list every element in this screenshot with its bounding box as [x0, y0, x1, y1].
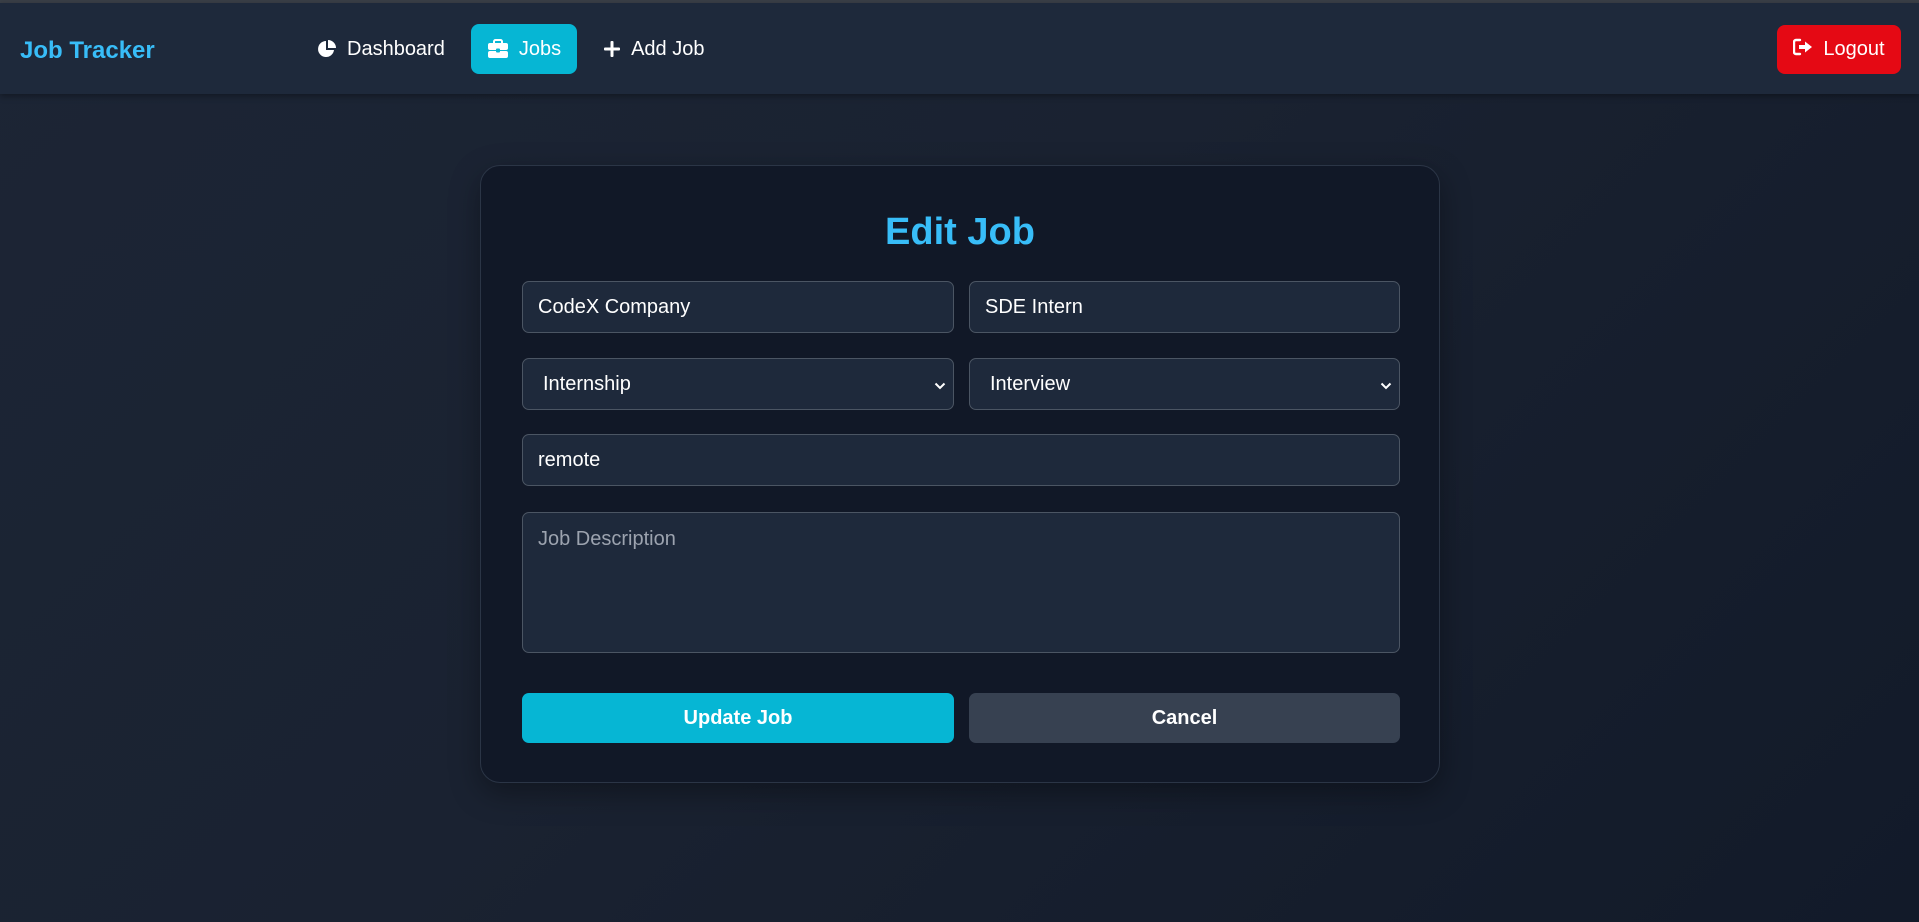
page-title: Edit Job: [885, 211, 1035, 253]
nav-links: Dashboard Jobs Add Job: [301, 24, 720, 74]
nav-item-dashboard[interactable]: Dashboard: [301, 24, 461, 74]
company-input[interactable]: [522, 281, 954, 333]
briefcase-icon: [487, 39, 509, 59]
status-select[interactable]: Interview: [969, 358, 1400, 410]
nav-item-jobs[interactable]: Jobs: [470, 24, 578, 74]
position-input[interactable]: [969, 281, 1400, 333]
cancel-button[interactable]: Cancel: [969, 693, 1400, 743]
plus-icon: [603, 40, 621, 58]
sign-out-icon: [1793, 38, 1813, 62]
edit-job-card: Edit Job Internship Interview Update Job…: [480, 165, 1440, 783]
pie-chart-icon: [317, 39, 337, 59]
top-navbar: Job Tracker Dashboard Jobs Add Job Logou…: [0, 3, 1919, 94]
nav-item-label: Jobs: [518, 37, 562, 60]
update-job-button[interactable]: Update Job: [522, 693, 954, 743]
location-input[interactable]: [522, 434, 1400, 486]
job-type-select-wrapper: Internship: [522, 358, 954, 410]
logout-button[interactable]: Logout: [1777, 25, 1901, 74]
brand-logo[interactable]: Job Tracker: [20, 36, 155, 66]
nav-item-add-job[interactable]: Add Job: [587, 24, 720, 74]
nav-item-label: Dashboard: [347, 37, 445, 60]
job-type-select[interactable]: Internship: [522, 358, 954, 410]
logout-label: Logout: [1823, 38, 1885, 60]
status-select-wrapper: Interview: [969, 358, 1400, 410]
nav-item-label: Add Job: [631, 37, 705, 60]
job-description-textarea[interactable]: [522, 512, 1400, 653]
